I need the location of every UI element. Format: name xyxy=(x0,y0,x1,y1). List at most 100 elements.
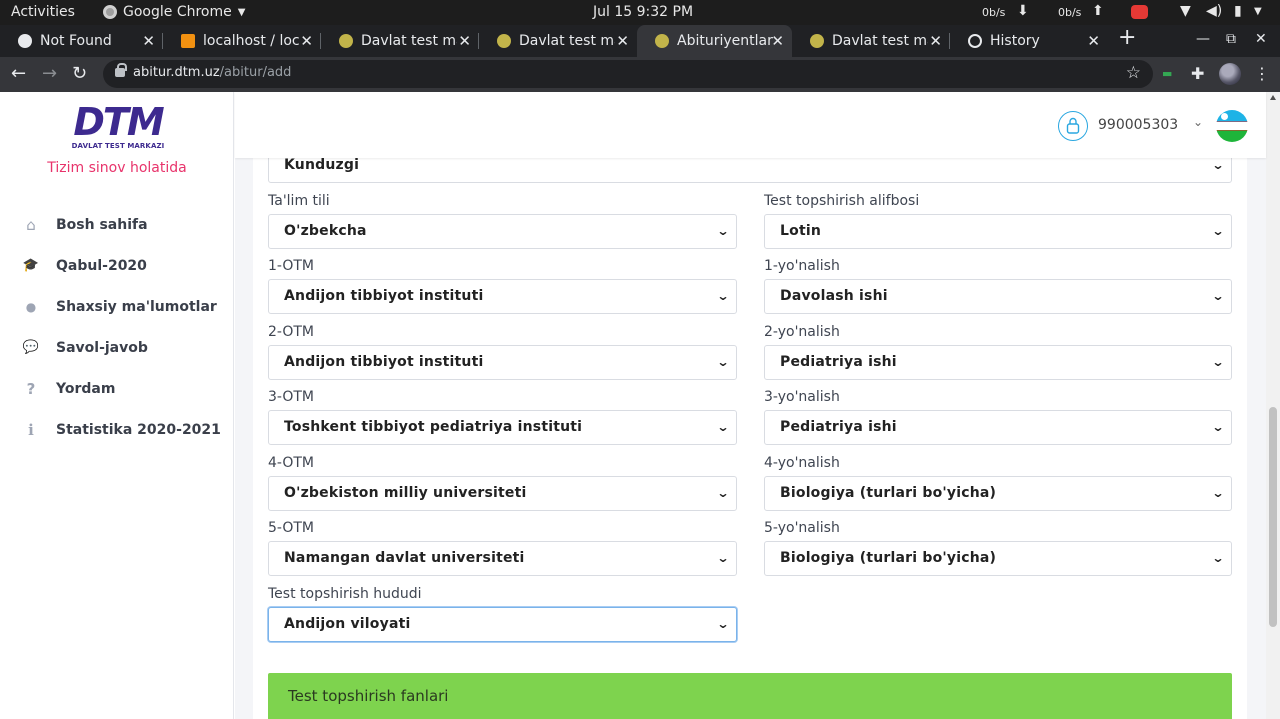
home-icon: ⌂ xyxy=(26,215,36,234)
back-arrow-icon[interactable]: ← xyxy=(11,63,26,85)
close-tab-icon[interactable]: ✕ xyxy=(1087,32,1100,50)
application-form: Kunduzgi ⌄ Ta'lim tili O'zbekcha ⌄ Test to… xyxy=(253,148,1247,719)
chevron-down-icon: ⌄ xyxy=(1211,420,1225,434)
close-tab-icon[interactable]: ✕ xyxy=(300,32,313,50)
username[interactable]: 990005303 xyxy=(1098,117,1178,133)
extension-icon[interactable]: ▬ xyxy=(1162,67,1172,80)
profile-avatar[interactable] xyxy=(1219,63,1241,85)
scrollbar-thumb[interactable] xyxy=(1269,407,1277,627)
reload-icon[interactable]: ↻ xyxy=(72,63,87,85)
close-tab-icon[interactable]: ✕ xyxy=(458,32,471,50)
download-arrow-icon: ⬇ xyxy=(1017,3,1029,19)
restore-icon[interactable]: ⧉ xyxy=(1226,31,1236,47)
test-alphabet-label: Test topshirish alifbosi xyxy=(764,193,920,209)
volume-icon[interactable]: ◀) xyxy=(1206,3,1222,19)
tab-title: Abituriyentlarni ro'yxatga olish xyxy=(677,33,773,49)
sidebar: DTM DAVLAT TEST MARKAZI Tizim sinov hola… xyxy=(0,92,234,719)
close-window-icon[interactable]: ✕ xyxy=(1255,31,1267,47)
new-tab-button[interactable]: + xyxy=(1118,27,1136,49)
close-tab-icon[interactable]: ✕ xyxy=(929,32,942,50)
chevron-down-icon: ⌄ xyxy=(716,486,730,500)
net-down-rate: 0b/s xyxy=(982,6,1006,19)
dtm-favicon-icon xyxy=(339,34,353,48)
close-tab-icon[interactable]: ✕ xyxy=(142,32,155,50)
forward-arrow-icon[interactable]: → xyxy=(42,63,57,85)
education-language-select[interactable]: O'zbekcha ⌄ xyxy=(268,214,737,249)
sidebar-item-help[interactable]: ? Yordam xyxy=(0,368,234,409)
sidebar-item-home[interactable]: ⌂ Bosh sahifa xyxy=(0,204,234,245)
direction-4-select[interactable]: Biologiya (turlari bo'yicha) ⌄ xyxy=(764,476,1232,511)
sidebar-item-label: Savol-javob xyxy=(56,339,148,356)
history-icon xyxy=(968,34,982,48)
address-bar[interactable]: abitur.dtm.uz/abitur/add ☆ xyxy=(103,60,1153,88)
tab-davlat-test-3[interactable]: Davlat test markazi ✕ xyxy=(792,25,950,57)
direction-3-select[interactable]: Pediatriya ishi ⌄ xyxy=(764,410,1232,445)
tab-history[interactable]: History ✕ xyxy=(950,25,1108,57)
chat-icon: 💬 xyxy=(22,340,40,355)
sidebar-item-statistics[interactable]: i Statistika 2020-2021 xyxy=(0,409,234,450)
close-tab-icon[interactable]: ✕ xyxy=(771,32,784,50)
caret-down-icon: ▼ xyxy=(237,6,246,18)
page-scrollbar[interactable] xyxy=(1266,92,1280,719)
direction-5-select[interactable]: Biologiya (turlari bo'yicha) ⌄ xyxy=(764,541,1232,576)
sidebar-item-label: Yordam xyxy=(56,380,116,397)
system-menu-caret-icon[interactable]: ▼ xyxy=(1254,6,1262,17)
app-menu[interactable]: Google Chrome ▼ xyxy=(103,4,245,20)
sidebar-item-faq[interactable]: 💬 Savol-javob xyxy=(0,327,234,368)
scroll-up-arrow-icon[interactable] xyxy=(1270,95,1276,100)
education-language-label: Ta'lim tili xyxy=(268,193,330,209)
battery-icon[interactable]: ▮ xyxy=(1234,3,1242,19)
tab-localhost[interactable]: localhost / localhost ✕ xyxy=(163,25,321,57)
chevron-down-icon: ⌄ xyxy=(1211,355,1225,369)
clock[interactable]: Jul 15 9:32 PM xyxy=(593,4,693,20)
tab-abituriyentlar[interactable]: Abituriyentlarni ro'yxatga olish ✕ xyxy=(637,25,792,57)
chevron-down-icon: ⌄ xyxy=(1211,289,1225,303)
net-up-rate: 0b/s xyxy=(1058,6,1082,19)
otm-2-select[interactable]: Andijon tibbiyot instituti ⌄ xyxy=(268,345,737,380)
upload-arrow-icon: ⬆ xyxy=(1092,3,1104,19)
user-avatar-icon[interactable] xyxy=(1058,111,1088,141)
uzbekistan-flag-icon[interactable] xyxy=(1216,110,1248,142)
dtm-favicon-icon xyxy=(655,34,669,48)
otm-3-select[interactable]: Toshkent tibbiyot pediatriya instituti ⌄ xyxy=(268,410,737,445)
url-text[interactable]: abitur.dtm.uz/abitur/add xyxy=(133,65,291,80)
otm-1-select[interactable]: Andijon tibbiyot instituti ⌄ xyxy=(268,279,737,314)
chevron-down-icon: ⌄ xyxy=(1211,486,1225,500)
sidebar-item-personal-info[interactable]: ● Shaxsiy ma'lumotlar xyxy=(0,286,234,327)
otm-4-select[interactable]: O'zbekiston milliy universiteti ⌄ xyxy=(268,476,737,511)
chevron-down-icon: ⌄ xyxy=(1211,551,1225,565)
tab-davlat-test-2[interactable]: Davlat test markazi ✕ xyxy=(479,25,637,57)
close-tab-icon[interactable]: ✕ xyxy=(616,32,629,50)
graduation-cap-icon: 🎓 xyxy=(22,258,40,273)
direction-2-select[interactable]: Pediatriya ishi ⌄ xyxy=(764,345,1232,380)
tab-davlat-test-1[interactable]: Davlat test markazi ✕ xyxy=(321,25,479,57)
dtm-logo[interactable]: DTM DAVLAT TEST MARKAZI xyxy=(70,102,166,158)
otm-5-select[interactable]: Namangan davlat universiteti ⌄ xyxy=(268,541,737,576)
lock-icon[interactable] xyxy=(115,63,127,77)
tab-title: Davlat test markazi xyxy=(519,33,615,49)
chevron-down-icon[interactable]: ⌄ xyxy=(1193,115,1203,129)
globe-error-icon xyxy=(18,34,32,48)
activities-button[interactable]: Activities xyxy=(11,4,75,20)
otm-1-label: 1-OTM xyxy=(268,258,314,274)
bookmark-star-icon[interactable]: ☆ xyxy=(1126,63,1141,83)
tab-not-found[interactable]: Not Found ✕ xyxy=(0,25,163,57)
direction-1-select[interactable]: Davolash ishi ⌄ xyxy=(764,279,1232,314)
chevron-down-icon: ⌄ xyxy=(716,355,730,369)
minimize-icon[interactable]: — xyxy=(1196,31,1210,47)
sidebar-item-label: Statistika 2020-2021 xyxy=(56,421,221,438)
recording-indicator-icon[interactable] xyxy=(1131,5,1148,19)
test-alphabet-select[interactable]: Lotin ⌄ xyxy=(764,214,1232,249)
more-menu-icon[interactable]: ⋮ xyxy=(1254,64,1270,83)
direction-4-label: 4-yo'nalish xyxy=(764,455,840,471)
wifi-icon[interactable]: ▼ xyxy=(1180,3,1191,19)
tab-title: Davlat test markazi xyxy=(832,33,928,49)
chrome-icon xyxy=(103,5,117,19)
dtm-favicon-icon xyxy=(810,34,824,48)
chevron-down-icon: ⌄ xyxy=(716,289,730,303)
puzzle-extensions-icon[interactable]: ✚ xyxy=(1191,64,1204,83)
chevron-down-icon: ⌄ xyxy=(716,617,730,631)
sidebar-item-label: Qabul-2020 xyxy=(56,257,147,274)
sidebar-item-qabul[interactable]: 🎓 Qabul-2020 xyxy=(0,245,234,286)
test-region-select[interactable]: Andijon viloyati ⌄ xyxy=(268,607,737,642)
